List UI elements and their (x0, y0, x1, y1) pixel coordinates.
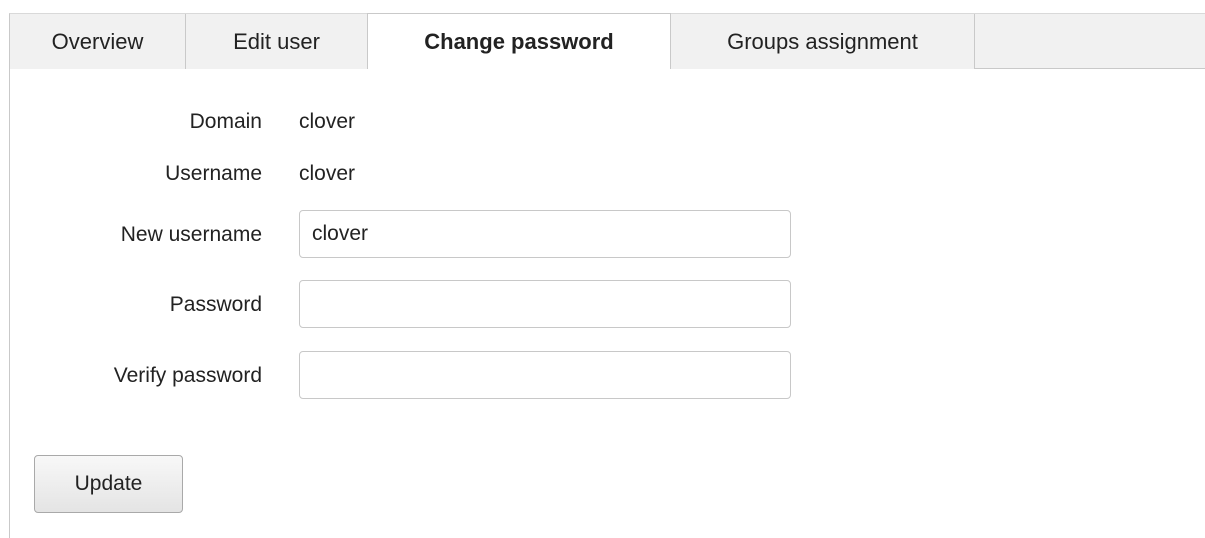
domain-value: clover (299, 110, 356, 133)
tab-overview[interactable]: Overview (10, 14, 186, 69)
tab-change-password[interactable]: Change password (367, 13, 671, 69)
tab-groups-assignment[interactable]: Groups assignment (671, 14, 975, 69)
verify-password-row: Verify password (10, 351, 810, 399)
update-button[interactable]: Update (34, 455, 183, 513)
tab-edit-user[interactable]: Edit user (186, 14, 368, 69)
new-username-input[interactable] (299, 210, 791, 258)
password-label: Password (169, 293, 262, 316)
verify-password-input[interactable] (299, 351, 791, 399)
tab-edit-user-label: Edit user (233, 28, 320, 54)
domain-label: Domain (189, 110, 262, 133)
tab-bar: Overview Edit user Change password Group… (9, 13, 1205, 69)
new-username-label: New username (120, 223, 262, 246)
tab-overview-label: Overview (51, 28, 144, 54)
verify-password-label: Verify password (113, 364, 262, 387)
password-row: Password (10, 280, 810, 328)
tab-change-password-label: Change password (424, 28, 614, 54)
password-input[interactable] (299, 280, 791, 328)
username-row: Username clover (10, 154, 810, 194)
tab-groups-assignment-label: Groups assignment (727, 28, 918, 54)
new-username-row: New username (10, 210, 810, 258)
change-password-page: Overview Edit user Change password Group… (0, 0, 1205, 538)
username-label: Username (165, 162, 262, 185)
domain-row: Domain clover (10, 102, 810, 142)
username-value: clover (299, 162, 356, 185)
